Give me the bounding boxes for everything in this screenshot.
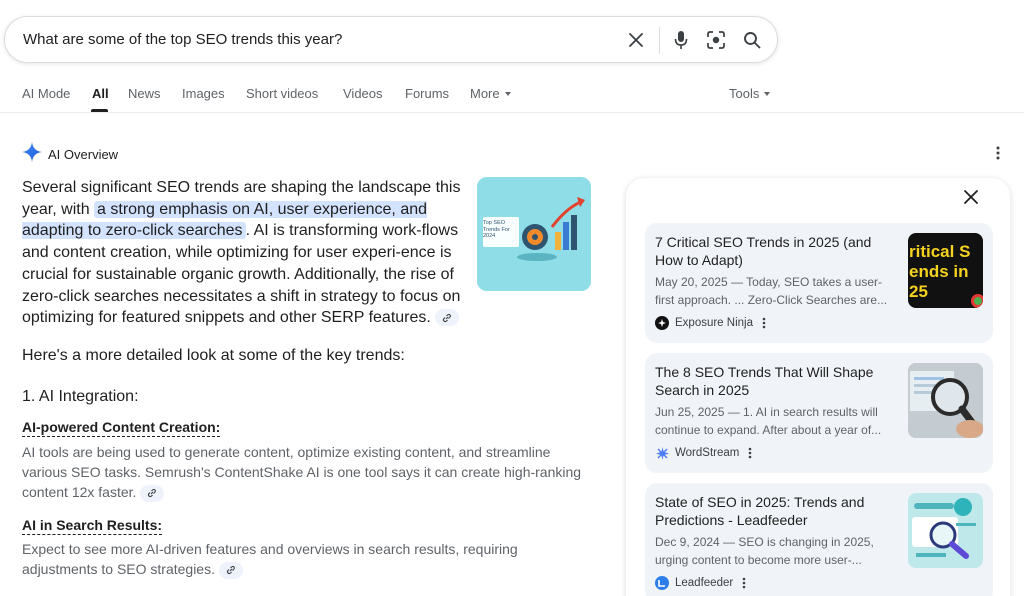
source-card[interactable]: The 8 SEO Trends That Will Shape Search … (645, 353, 993, 473)
source-title[interactable]: State of SEO in 2025: Trends and Predict… (655, 493, 890, 529)
search-bar[interactable] (4, 16, 778, 63)
source-image[interactable]: ritical S ends in 25 (908, 233, 983, 308)
thumbnail-caption: Top SEO Trends For 2024 (483, 220, 510, 239)
trend-heading[interactable]: AI in Search Results: (22, 517, 163, 535)
source-name: Exposure Ninja (675, 317, 753, 329)
leadfeeder-favicon-icon (655, 576, 669, 590)
section-heading: 1. AI Integration: (22, 388, 139, 405)
chevron-down-icon (504, 91, 511, 96)
chevron-down-icon (764, 91, 771, 96)
more-options-icon[interactable] (748, 447, 752, 459)
trend-body-text: AI tools are being used to generate cont… (22, 444, 582, 500)
source-link-chip[interactable] (434, 309, 459, 327)
search-icon[interactable] (741, 29, 763, 51)
lens-icon[interactable] (705, 29, 727, 51)
ai-overview-header: AI Overview (22, 142, 118, 167)
tools-button[interactable]: Tools (729, 86, 771, 101)
close-icon[interactable] (963, 189, 981, 207)
source-card[interactable]: State of SEO in 2025: Trends and Predict… (645, 483, 993, 596)
trend-body: Expect to see more AI-driven features an… (22, 539, 567, 579)
trend-body: AI tools are being used to generate cont… (22, 442, 597, 502)
source-snippet: Jun 25, 2025 — 1. AI in search results w… (655, 405, 882, 437)
tab-ai-mode[interactable]: AI Mode (22, 86, 70, 101)
exposure-ninja-favicon-icon (655, 316, 669, 330)
source-snippet: Dec 9, 2024 — SEO is changing in 2025, u… (655, 535, 874, 567)
source-title[interactable]: The 8 SEO Trends That Will Shape Search … (655, 363, 890, 399)
wordstream-favicon-icon (655, 446, 669, 460)
tab-videos[interactable]: Videos (343, 86, 383, 101)
more-options-icon[interactable] (742, 577, 746, 589)
detailed-intro: Here's a more detailed look at some of t… (22, 347, 405, 364)
source-name: WordStream (675, 447, 740, 459)
clear-icon[interactable] (625, 29, 647, 51)
source-attribution: WordStream (655, 446, 752, 460)
source-title[interactable]: 7 Critical SEO Trends in 2025 (and How t… (655, 233, 890, 269)
source-attribution: Leadfeeder (655, 576, 746, 590)
tab-news[interactable]: News (128, 86, 161, 101)
search-divider (659, 27, 660, 54)
source-card[interactable]: 7 Critical SEO Trends in 2025 (and How t… (645, 223, 993, 343)
source-link-chip[interactable] (218, 561, 243, 579)
ai-overview-title: AI Overview (48, 147, 119, 162)
microphone-icon[interactable] (670, 29, 692, 51)
more-options-icon[interactable] (996, 146, 1008, 162)
tab-images[interactable]: Images (182, 86, 225, 101)
more-options-icon[interactable] (762, 317, 766, 329)
search-input[interactable] (23, 31, 613, 48)
source-name: Leadfeeder (675, 577, 734, 589)
tab-more[interactable]: More (470, 86, 511, 101)
source-image[interactable] (908, 363, 983, 438)
gemini-sparkle-icon (22, 142, 42, 167)
tab-short-videos[interactable]: Short videos (246, 86, 318, 101)
source-image[interactable] (908, 493, 983, 568)
source-attribution: Exposure Ninja (655, 316, 766, 330)
tools-label: Tools (729, 86, 760, 101)
source-snippet: May 20, 2025 — Today, SEO takes a user-f… (655, 275, 888, 307)
ai-overview-thumbnail[interactable]: Top SEO Trends For 2024 (477, 177, 591, 291)
trend-heading[interactable]: AI-powered Content Creation: (22, 419, 221, 437)
tab-more-label: More (470, 86, 500, 101)
tabs-divider (0, 112, 1024, 113)
tab-all[interactable]: All (92, 86, 109, 101)
trend-body-text: Expect to see more AI-driven features an… (22, 541, 518, 577)
source-link-chip[interactable] (140, 484, 165, 502)
tab-forums[interactable]: Forums (405, 86, 449, 101)
